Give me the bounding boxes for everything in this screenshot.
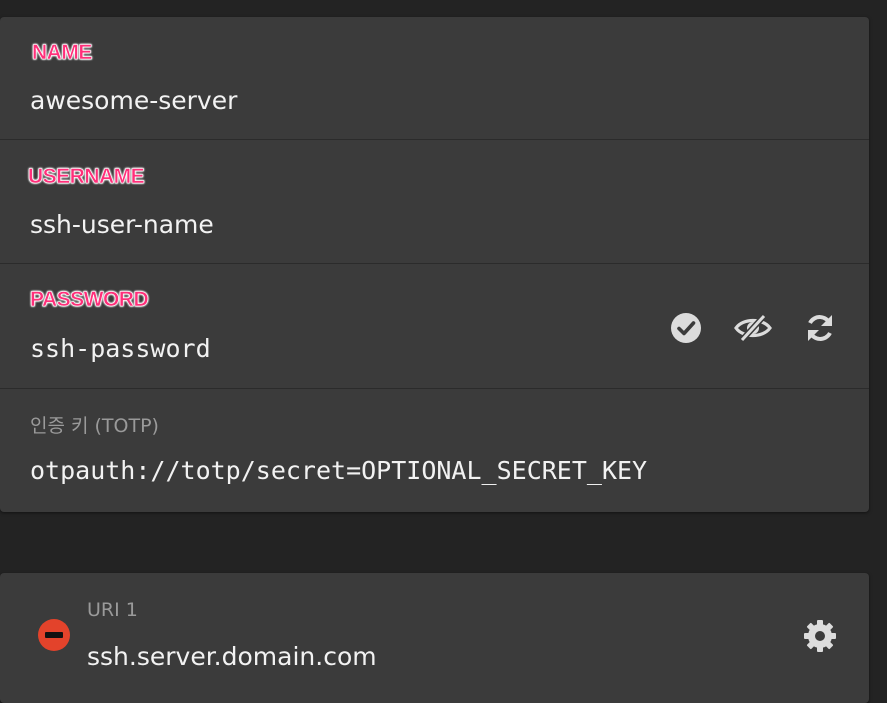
login-details-card: NAME awesome-server USERNAME ssh-user-na… [0,17,869,512]
password-field[interactable]: PASSWORD ssh-password [0,264,869,388]
gear-icon [804,620,836,652]
uri-options-button[interactable] [800,616,840,656]
generate-password-button[interactable] [800,308,840,348]
username-field[interactable]: USERNAME ssh-user-name [0,140,869,263]
refresh-icon [808,315,832,341]
check-password-button[interactable] [666,308,706,348]
eye-slash-icon [734,313,772,343]
name-label: NAME [32,41,93,65]
name-field[interactable]: NAME awesome-server [0,17,869,139]
totp-field[interactable]: 인증 키 (TOTP) otpauth://totp/secret=OPTION… [0,389,869,512]
uri-value[interactable]: ssh.server.domain.com [87,641,377,673]
username-label: USERNAME [28,165,145,189]
username-value[interactable]: ssh-user-name [30,209,214,241]
remove-uri-button[interactable] [34,615,74,655]
uri-label: URI 1 [87,599,138,621]
toggle-visibility-button[interactable] [733,308,773,348]
minus-circle-icon [38,619,70,651]
totp-value[interactable]: otpauth://totp/secret=OPTIONAL_SECRET_KE… [30,455,647,487]
check-circle-icon [671,313,701,343]
uri-row[interactable]: URI 1 ssh.server.domain.com [0,573,869,687]
uri-card: URI 1 ssh.server.domain.com [0,573,869,703]
password-label: PASSWORD [30,288,149,312]
name-value[interactable]: awesome-server [30,85,237,117]
password-value[interactable]: ssh-password [30,333,211,365]
totp-label: 인증 키 (TOTP) [30,415,159,437]
